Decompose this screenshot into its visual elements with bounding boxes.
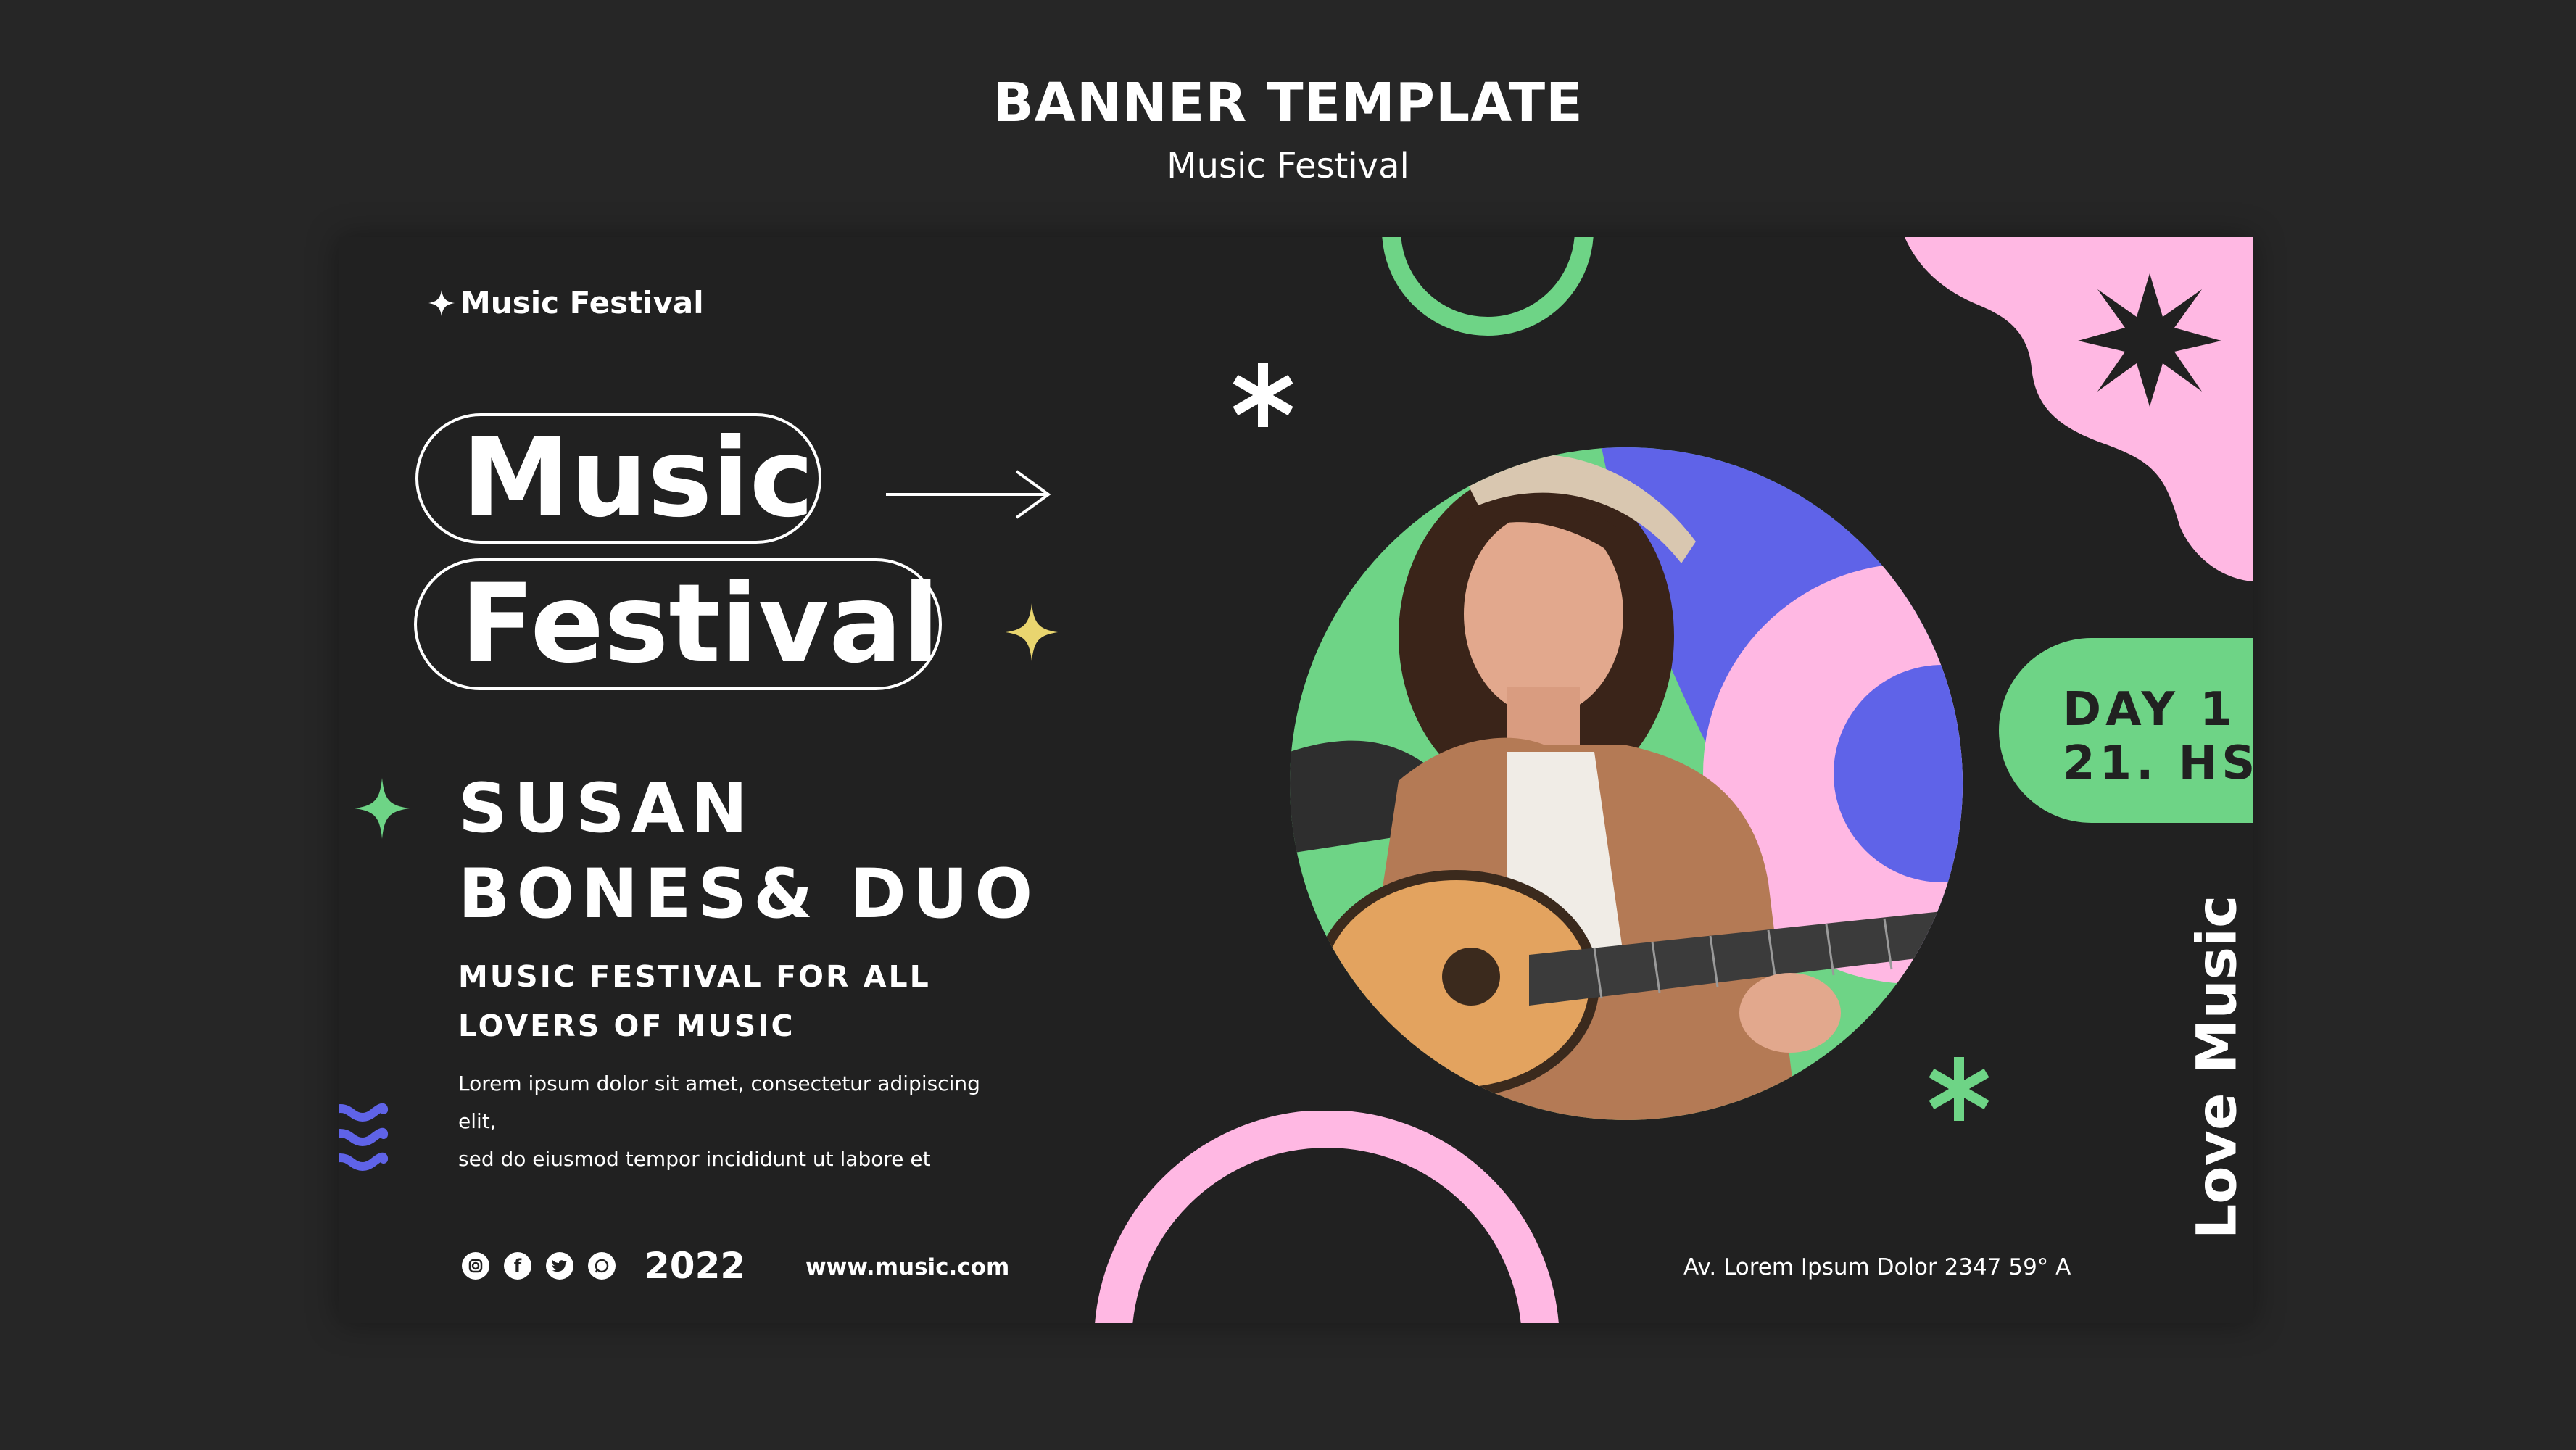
tagline: MUSIC FESTIVAL FOR ALL LOVERS OF MUSIC (458, 952, 931, 1051)
description-line-1: Lorem ipsum dolor sit amet, consectetur … (458, 1072, 980, 1133)
waves-icon (339, 1103, 389, 1171)
whatsapp-icon[interactable] (588, 1252, 616, 1280)
pink-arc-decoration (1095, 1111, 1559, 1323)
title-line-1: Music (462, 415, 814, 542)
page-title: BANNER TEMPLATE (993, 72, 1583, 134)
artist-photo (1290, 447, 1963, 1120)
green-arc-decoration (1382, 237, 1594, 336)
sparkle-icon (428, 289, 455, 316)
day-label: DAY 1 (2063, 683, 2237, 737)
social-links: f 2022 (462, 1245, 745, 1287)
page-subtitle: Music Festival (1167, 146, 1409, 186)
guitarist-illustration (1290, 447, 1963, 1120)
year-label: 2022 (645, 1245, 746, 1287)
love-music-text: Love Music (2184, 895, 2249, 1240)
tagline-line-2: LOVERS OF MUSIC (458, 1008, 795, 1043)
white-asterisk-icon (1233, 363, 1293, 427)
description-text: Lorem ipsum dolor sit amet, consectetur … (458, 1065, 1009, 1178)
page-header: BANNER TEMPLATE Music Festival (0, 76, 2576, 183)
brand-label: Music Festival (428, 285, 704, 320)
day-badge: DAY 1 21. HS (1999, 638, 2253, 823)
arrow-right-icon (886, 470, 1051, 519)
yellow-sparkle-icon (1006, 603, 1058, 661)
artist-name: SUSAN BONES& DUO (458, 766, 1039, 937)
day-badge-text: DAY 1 21. HS (2063, 683, 2253, 790)
music-festival-banner: Music Festival Music Festival SUSAN BONE… (339, 237, 2253, 1323)
address-text: Av. Lorem Ipsum Dolor 2347 59° A (1683, 1254, 2071, 1280)
time-label: 21. HS (2063, 737, 2253, 790)
facebook-icon[interactable]: f (504, 1252, 531, 1280)
website-link[interactable]: www.music.com (805, 1254, 1009, 1280)
vertical-text: Love Music (2144, 895, 2253, 1239)
twitter-icon[interactable] (546, 1252, 573, 1280)
title-pill-festival: Festival (414, 558, 942, 690)
green-sparkle-icon (355, 778, 410, 839)
title-pill-music: Music (415, 413, 821, 544)
brand-text: Music Festival (460, 285, 704, 320)
artist-line-2: BONES& DUO (458, 855, 1040, 934)
description-line-2: sed do eiusmod tempor incididunt ut labo… (458, 1147, 931, 1171)
instagram-icon[interactable] (462, 1252, 489, 1280)
pink-corner-shape (1905, 237, 2253, 581)
tagline-line-1: MUSIC FESTIVAL FOR ALL (458, 959, 931, 994)
title-line-2: Festival (460, 561, 940, 687)
artist-line-1: SUSAN (458, 769, 755, 848)
green-asterisk-icon (1929, 1057, 1989, 1121)
